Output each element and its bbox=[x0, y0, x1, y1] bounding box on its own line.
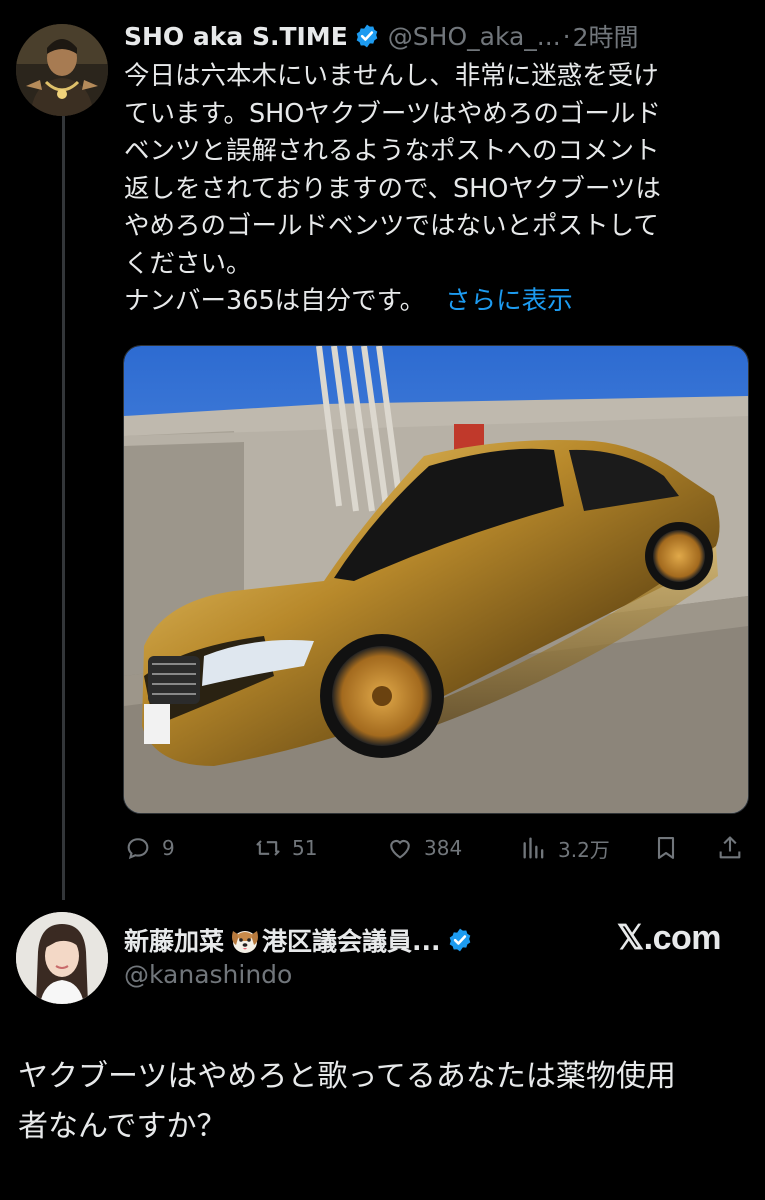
reply-author-header: 新藤加菜 港区議会議員... bbox=[124, 920, 473, 960]
post-time[interactable]: 2時間 bbox=[573, 18, 639, 54]
tweet-text-line: ベンツと誤解されるようなポストへのコメント bbox=[124, 136, 660, 166]
verified-badge-icon bbox=[354, 23, 380, 49]
separator-dot: · bbox=[562, 21, 571, 51]
reply-author-display-name[interactable]: 新藤加菜 bbox=[124, 922, 224, 958]
reply-icon bbox=[127, 838, 149, 860]
tweet-header: SHO aka S.TIME @SHO_aka_... · 2時間 bbox=[124, 16, 639, 56]
tweet-text-line: やめろのゴールドベンツではないとポストして bbox=[124, 211, 659, 241]
reply-text-line: 者なんですか？ bbox=[18, 1109, 227, 1144]
reply-button[interactable]: 9 bbox=[124, 826, 175, 870]
views-count: 3.2万 bbox=[558, 837, 610, 862]
bookmark-button[interactable] bbox=[652, 826, 680, 870]
like-count: 384 bbox=[424, 836, 463, 860]
author-display-name[interactable]: SHO aka S.TIME bbox=[124, 22, 348, 51]
show-more-link[interactable]: さらに表示 bbox=[445, 286, 573, 316]
tweet-text-line: ナンバー365は自分です。 bbox=[124, 286, 426, 316]
repost-icon bbox=[256, 840, 280, 856]
views-button[interactable]: 3.2万 bbox=[520, 826, 610, 870]
bookmark-icon bbox=[657, 837, 675, 859]
reply-author-avatar[interactable] bbox=[16, 912, 108, 1004]
tweet-text-line: ください。 bbox=[124, 248, 252, 279]
reply-count: 9 bbox=[162, 836, 175, 860]
views-icon bbox=[523, 837, 544, 859]
tweet-text: 今日は六本木にいませんし、非常に迷惑を受け ています。SHOヤクブーツはやめろの… bbox=[124, 58, 744, 321]
verified-badge-icon bbox=[447, 927, 473, 953]
share-icon bbox=[719, 836, 741, 859]
share-button[interactable] bbox=[716, 826, 744, 870]
tweet-actions-bar: 9 51 384 3.2万 bbox=[124, 826, 748, 870]
repost-button[interactable]: 51 bbox=[254, 826, 317, 870]
like-icon bbox=[390, 839, 410, 859]
reply-author-name-suffix[interactable]: 港区議会議員... bbox=[262, 922, 441, 958]
tweet-text-line: 今日は六本木にいませんし、非常に迷惑を受け bbox=[124, 61, 659, 91]
repost-count: 51 bbox=[292, 836, 318, 860]
author-handle[interactable]: @SHO_aka_... bbox=[388, 22, 561, 51]
x-com-watermark: 𝕏.com bbox=[616, 919, 722, 957]
tweet-media-image[interactable] bbox=[123, 345, 749, 814]
tweet-text-last-line: ナンバー365は自分です。 さらに表示 bbox=[124, 283, 744, 321]
author-avatar[interactable] bbox=[16, 24, 108, 116]
thread-connector-line bbox=[62, 112, 65, 900]
reply-text-line: ヤクブーツはやめろと歌ってるあなたは薬物使用 bbox=[18, 1059, 676, 1094]
tweet-text-line: 返しをされておりますので、SHOヤクブーツは bbox=[124, 173, 661, 204]
reply-author-handle[interactable]: @kanashindo bbox=[124, 960, 292, 989]
like-button[interactable]: 384 bbox=[386, 826, 462, 870]
reply-text: ヤクブーツはやめろと歌ってるあなたは薬物使用 者なんですか？ bbox=[18, 1052, 748, 1152]
dog-emoji-icon bbox=[228, 923, 262, 957]
tweet-text-line: ています。SHOヤクブーツはやめろのゴールド bbox=[124, 98, 661, 129]
